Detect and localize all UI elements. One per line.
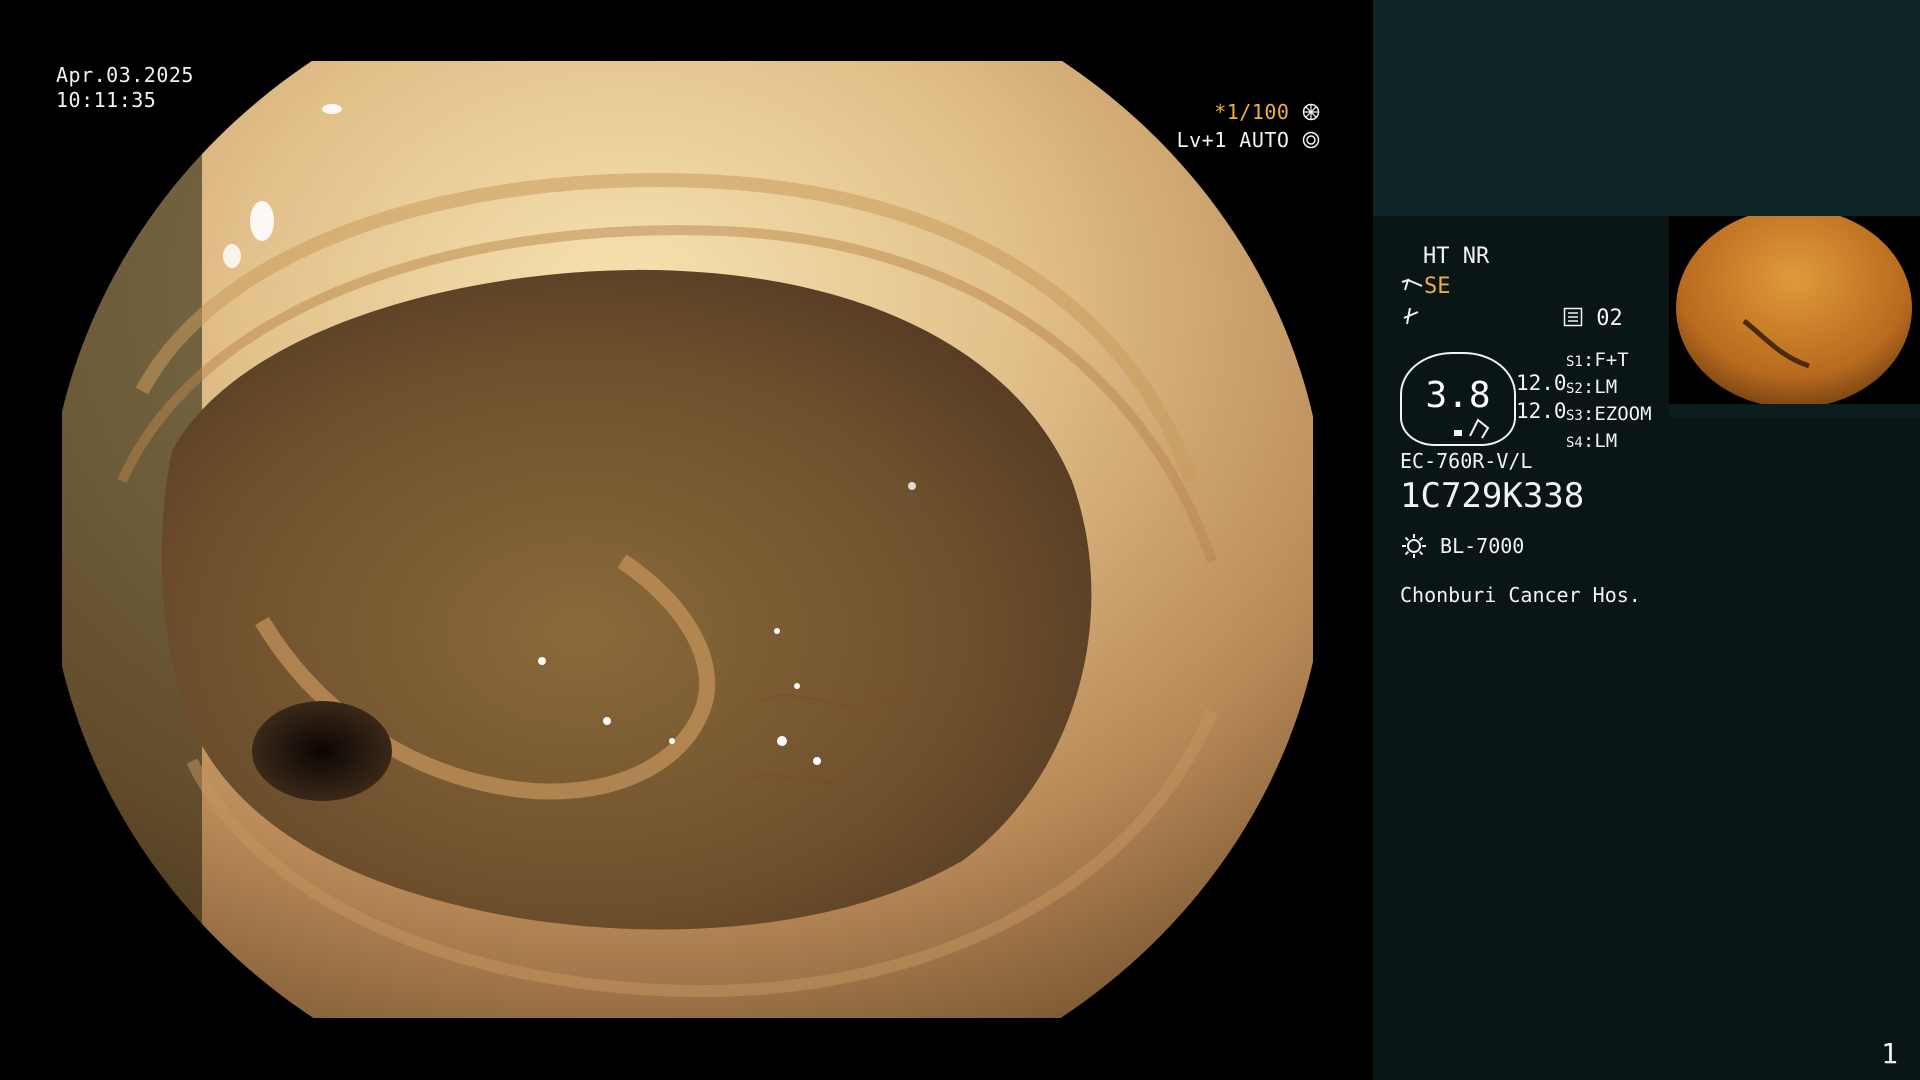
scope-model: EC-760R-V/L [1400,449,1533,473]
hospital-name: Chonburi Cancer Hos. [1400,583,1641,607]
reading-2: 12.0 [1516,399,1567,423]
zoom-dial: 3.8 [1400,352,1516,446]
ht-nr-label: HT NR [1423,244,1490,269]
endoscope-main-view: Apr.03.2025 10:11:35 *1/100 Lv+1 AUTO [0,0,1373,1080]
switch-s2: S2:LM [1566,376,1618,398]
page-number: 1 [1881,1037,1898,1070]
f-slash-icon [1400,304,1422,333]
memo-row: 02 [1563,306,1623,332]
mode-row: SE [1400,274,1451,300]
memo-value: 02 [1596,306,1623,331]
info-side-panel: HT NR SE 02 3.8 12.0 12.0 S1:F+T S2:LM S… [1373,0,1920,1080]
switch-s4: S4:LM [1566,430,1618,452]
endoscopy-image [62,61,1313,1018]
thumbnail-image [1669,216,1920,416]
mode-label: SE [1424,274,1451,299]
scope-serial: 1C729K338 [1400,476,1585,516]
shutter-icon [1302,98,1320,126]
date-text: Apr.03.2025 [56,63,194,87]
exposure-readout: *1/100 Lv+1 AUTO [1177,98,1320,154]
level-mode-text: Lv+1 AUTO [1176,128,1290,152]
switch-s1: S1:F+T [1566,349,1629,371]
thumbnail-caption-bar [1669,404,1920,418]
time-text: 10:11:35 [56,88,157,112]
switch-list: S1:F+T S2:LM S3:EZOOM S4:LM [1566,348,1652,456]
scope-wave-icon [1400,274,1424,300]
light-source-row: BL-7000 [1400,532,1524,560]
date-time-readout: Apr.03.2025 10:11:35 [56,63,194,113]
switch-s3: S3:EZOOM [1566,403,1652,425]
shutter-text: *1/100 [1214,100,1290,124]
side-header-area [1373,0,1920,216]
memo-list-icon [1563,306,1583,332]
light-source-sun-icon [1400,532,1428,560]
reading-1: 12.0 [1516,371,1567,395]
iris-icon [1302,126,1320,154]
light-source-model: BL-7000 [1440,534,1525,558]
